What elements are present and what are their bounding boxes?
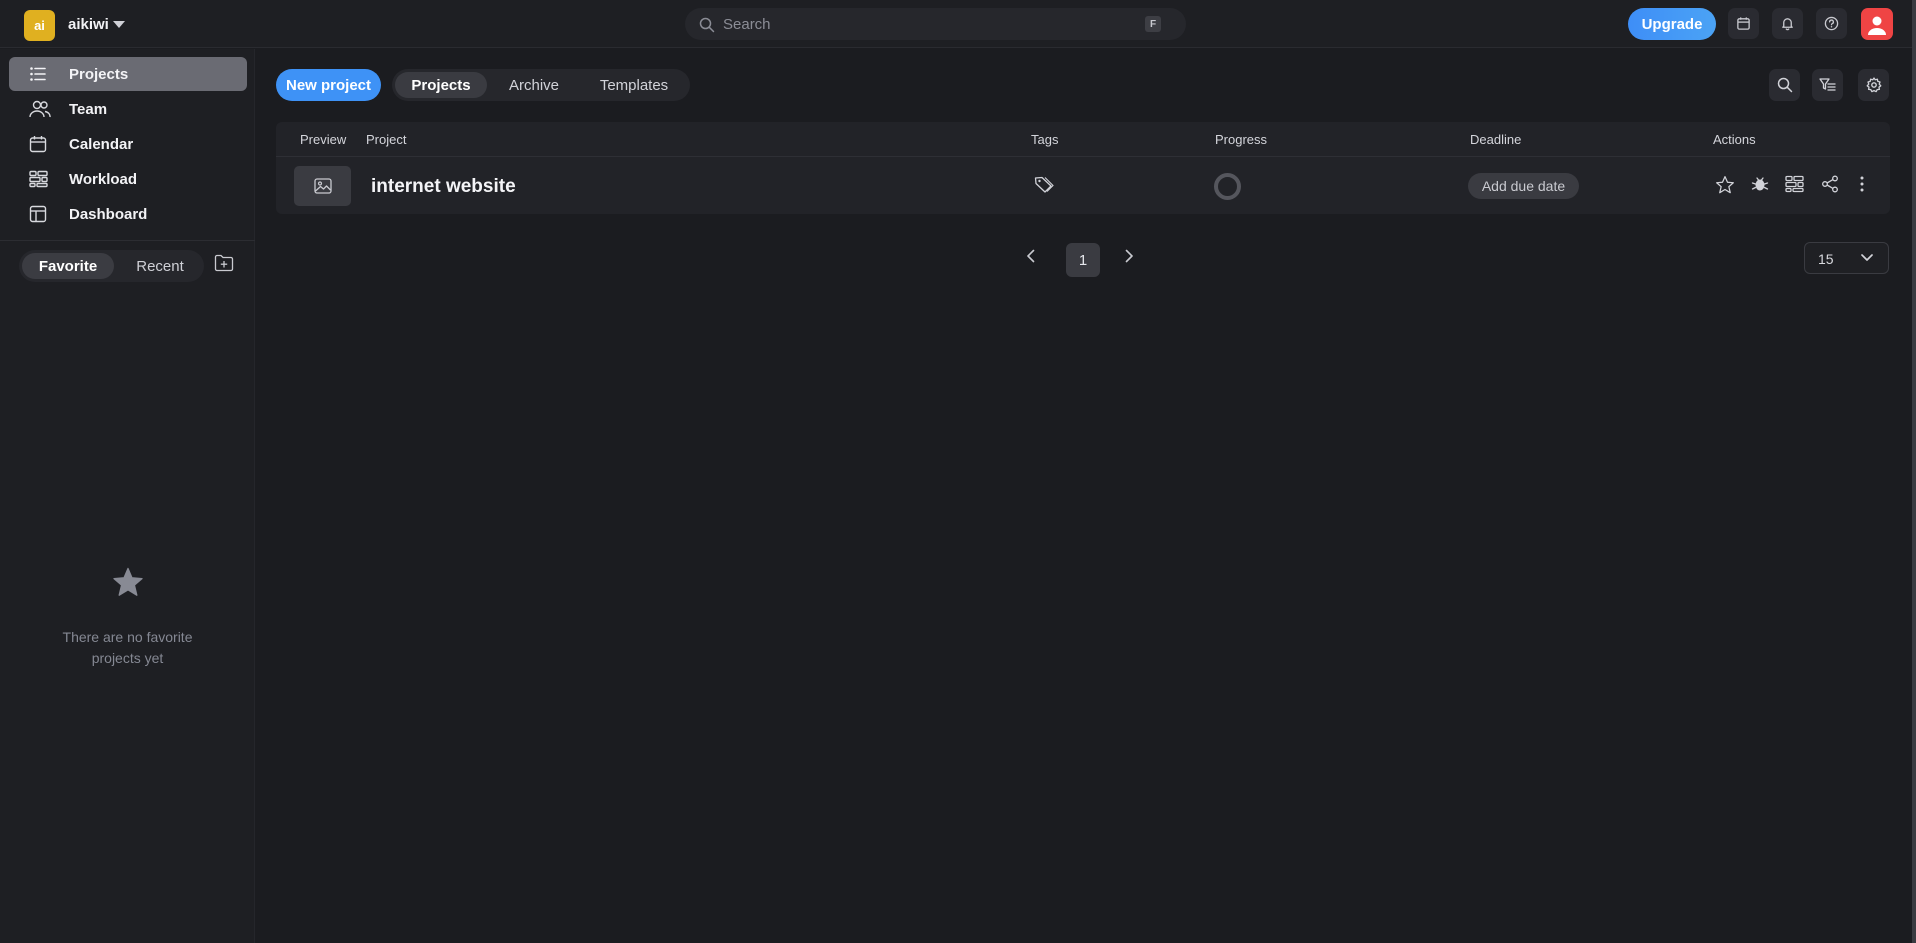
- star-icon: [112, 567, 144, 598]
- gear-icon: [1866, 77, 1882, 93]
- help-icon: [1824, 16, 1839, 31]
- list-icon: [29, 65, 47, 83]
- per-page-value: 15: [1818, 251, 1834, 267]
- empty-favorites-message: There are no favorite projects yet: [62, 629, 193, 666]
- window-scrollbar[interactable]: [1912, 0, 1916, 943]
- bell-icon: [1780, 16, 1795, 31]
- workspace-name[interactable]: aikiwi: [68, 16, 109, 33]
- star-icon[interactable]: [1715, 175, 1735, 195]
- column-header-project[interactable]: Project: [366, 132, 406, 147]
- top-bar: ai aikiwi F Upgrade: [0, 0, 1916, 48]
- workload-icon: [29, 170, 48, 188]
- tab-templates[interactable]: Templates: [582, 72, 686, 98]
- image-icon: [313, 178, 332, 194]
- add-folder-icon[interactable]: [214, 254, 234, 272]
- segment-favorite[interactable]: Favorite: [22, 253, 114, 279]
- header-divider: [276, 156, 1890, 157]
- project-name[interactable]: internet website: [371, 176, 516, 198]
- tab-archive[interactable]: Archive: [489, 72, 579, 98]
- bug-icon[interactable]: [1751, 175, 1769, 193]
- add-due-date-button[interactable]: Add due date: [1468, 173, 1579, 199]
- search-shortcut-badge: F: [1145, 16, 1161, 32]
- chevron-down-icon: [1860, 253, 1874, 263]
- projects-table: Preview Project Tags Progress Deadline A…: [276, 122, 1890, 214]
- tag-icon[interactable]: [1034, 176, 1054, 194]
- search-input[interactable]: [723, 8, 1123, 40]
- upgrade-button[interactable]: Upgrade: [1628, 8, 1716, 40]
- sidebar-item-calendar[interactable]: Calendar: [9, 127, 247, 161]
- sidebar-divider: [0, 240, 255, 241]
- search-bar[interactable]: F: [685, 8, 1186, 40]
- settings-button[interactable]: [1858, 69, 1889, 101]
- column-header-actions: Actions: [1713, 132, 1756, 147]
- column-header-deadline[interactable]: Deadline: [1470, 132, 1521, 147]
- project-preview-thumbnail[interactable]: [294, 166, 351, 206]
- chevron-left-icon[interactable]: [1026, 249, 1036, 263]
- main-content: New project Projects Archive Templates P…: [256, 49, 1912, 943]
- team-icon: [29, 100, 51, 118]
- sidebar-item-projects[interactable]: Projects: [9, 57, 247, 91]
- user-icon: [1866, 13, 1888, 35]
- search-icon: [699, 17, 715, 33]
- sidebar-item-label: Workload: [69, 171, 138, 188]
- sidebar-item-dashboard[interactable]: Dashboard: [9, 197, 247, 231]
- search-icon: [1777, 77, 1793, 93]
- per-page-select[interactable]: 15: [1804, 242, 1889, 274]
- caret-down-icon[interactable]: [112, 20, 126, 30]
- tab-projects[interactable]: Projects: [395, 72, 487, 98]
- sidebar-item-label: Dashboard: [69, 206, 148, 223]
- workload-icon[interactable]: [1785, 175, 1804, 193]
- column-header-progress[interactable]: Progress: [1215, 132, 1267, 147]
- notifications-button[interactable]: [1772, 8, 1803, 39]
- new-project-button[interactable]: New project: [276, 69, 381, 101]
- sidebar-item-label: Team: [69, 101, 108, 118]
- column-header-preview[interactable]: Preview: [300, 132, 346, 147]
- favorites-segmented-control: Favorite Recent: [19, 250, 204, 282]
- segment-recent[interactable]: Recent: [119, 253, 201, 279]
- calendar-top-button[interactable]: [1728, 8, 1759, 39]
- more-options-icon[interactable]: [1859, 175, 1865, 193]
- sidebar: Projects Team Calendar Workload Dashboar…: [0, 49, 255, 943]
- user-avatar[interactable]: [1861, 8, 1893, 40]
- filter-button[interactable]: [1812, 69, 1843, 101]
- calendar-icon: [29, 135, 47, 153]
- calendar-icon: [1736, 16, 1751, 31]
- sidebar-item-label: Calendar: [69, 136, 134, 153]
- share-icon[interactable]: [1821, 175, 1839, 193]
- project-tabs: Projects Archive Templates: [392, 69, 690, 101]
- pagination-current-page[interactable]: 1: [1066, 243, 1100, 277]
- column-header-tags[interactable]: Tags: [1031, 132, 1058, 147]
- filter-icon: [1819, 77, 1836, 93]
- sidebar-item-team[interactable]: Team: [9, 92, 247, 126]
- help-button[interactable]: [1816, 8, 1847, 39]
- sidebar-item-workload[interactable]: Workload: [9, 162, 247, 196]
- progress-ring: [1213, 172, 1242, 201]
- chevron-right-icon[interactable]: [1124, 249, 1134, 263]
- dashboard-icon: [29, 205, 47, 223]
- workspace-logo[interactable]: ai: [24, 10, 55, 41]
- sidebar-item-label: Projects: [69, 66, 129, 83]
- search-projects-button[interactable]: [1769, 69, 1800, 101]
